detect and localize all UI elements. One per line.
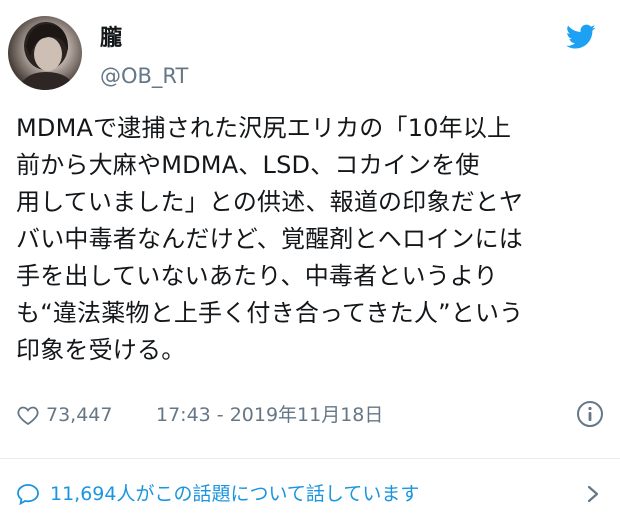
conversation-count-label: 11,694人がこの話題について話しています [50,483,420,505]
tweet-header: 朧 @OB_RT [8,16,612,90]
twitter-bird-icon[interactable] [566,24,596,50]
chevron-right-icon[interactable] [586,484,600,504]
user-handle[interactable]: @OB_RT [100,64,188,88]
info-icon[interactable] [576,400,604,428]
tweet-text: MDMAで逮捕された沢尻エリカの「10年以上 前から大麻やMDMA、LSD、コカ… [16,114,524,364]
like-count[interactable]: 73,447 [46,400,112,430]
speech-bubble-icon [17,484,39,505]
tweet-card: 朧 @OB_RT MDMAで逮捕された沢尻エリカの「10年以上 前から大麻やMD… [0,0,620,524]
heart-icon[interactable] [16,403,40,427]
avatar[interactable] [8,16,82,90]
display-name[interactable]: 朧 [100,26,122,52]
tweet-timestamp[interactable]: 17:43 - 2019年11月18日 [156,400,383,430]
tweet-meta: 73,447 17:43 - 2019年11月18日 [16,400,604,430]
conversation-link[interactable]: 11,694人がこの話題について話しています [16,478,604,510]
divider [0,458,620,459]
